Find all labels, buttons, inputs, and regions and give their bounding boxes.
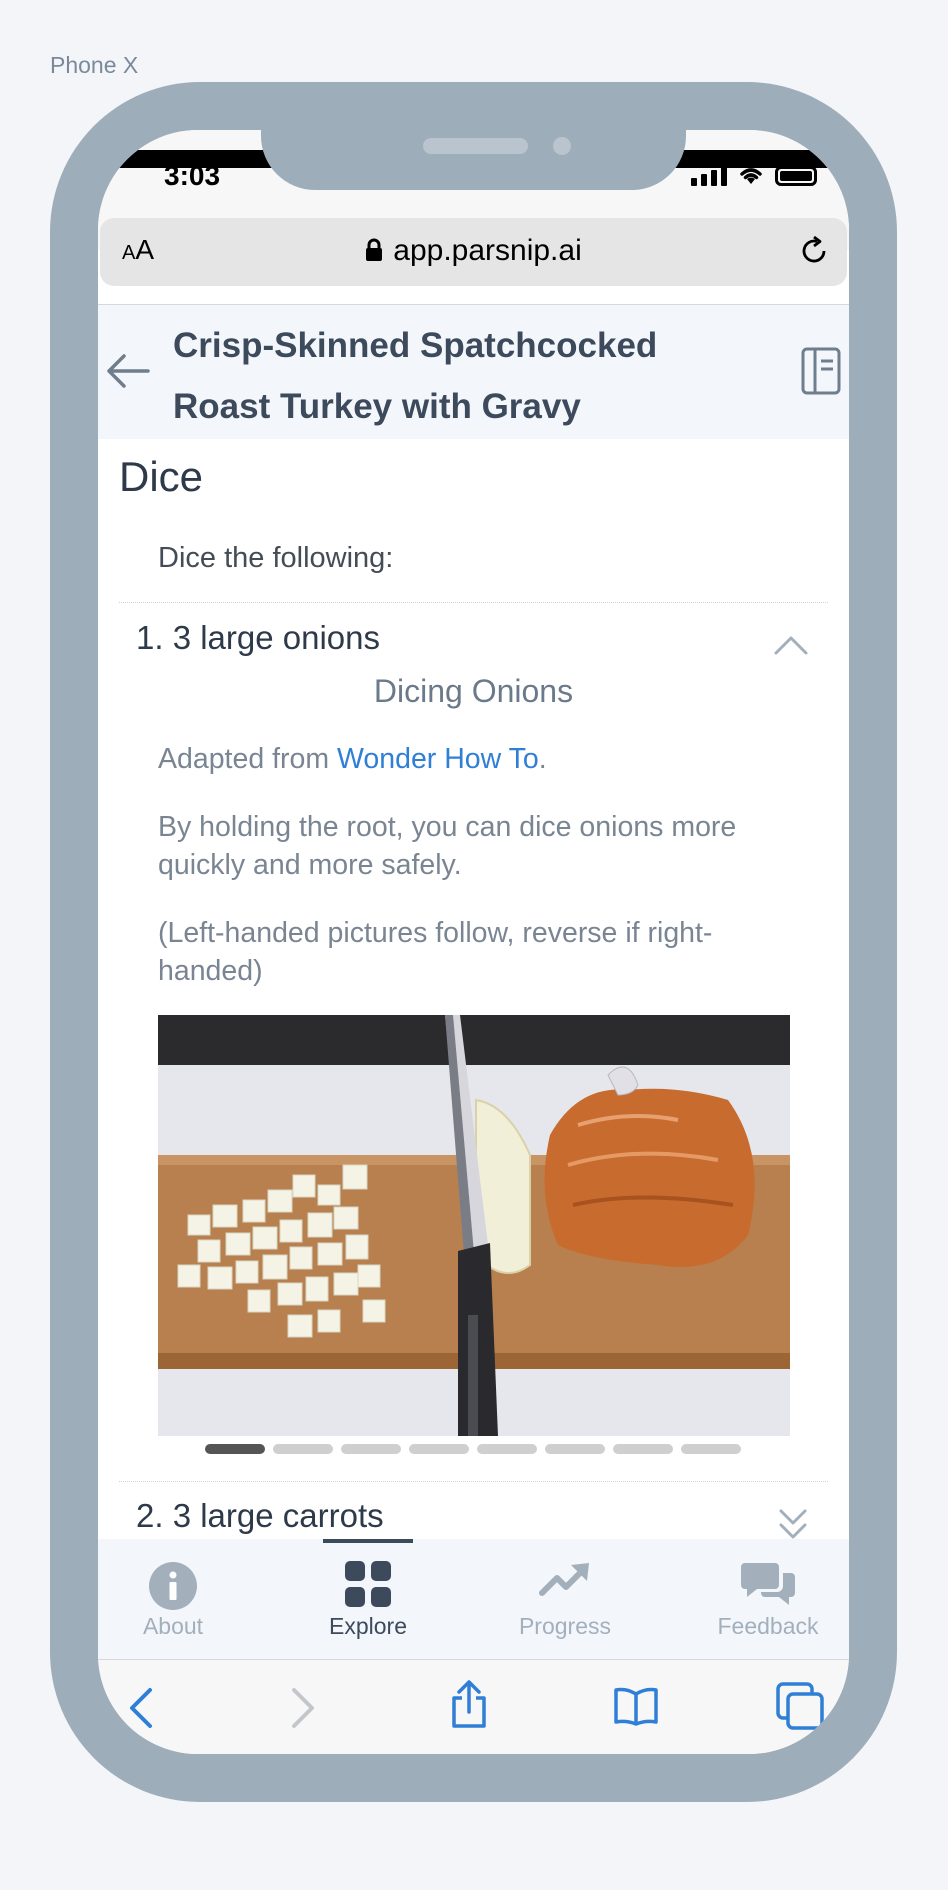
carousel-dot[interactable]	[477, 1444, 537, 1454]
status-icons	[691, 164, 817, 186]
carousel-dots[interactable]	[205, 1444, 741, 1454]
share-icon[interactable]	[448, 1680, 490, 1730]
source-link[interactable]: Wonder How To	[337, 743, 539, 775]
tab-label: Progress	[518, 1613, 612, 1639]
step-2-label[interactable]: 2. 3 large carrots	[136, 1497, 384, 1535]
browser-back-icon[interactable]	[126, 1686, 156, 1730]
trend-icon	[539, 1563, 589, 1596]
tab-label: About	[142, 1613, 204, 1639]
section-title: Dice	[119, 453, 204, 500]
adapted-from-text: Adapted from Wonder How To.	[158, 743, 547, 775]
chat-icon	[741, 1563, 795, 1605]
phone-screen: 3:03 AA app.parsnip.ai Crisp-Skinned Spa…	[98, 130, 849, 1754]
divider	[119, 1481, 828, 1482]
battery-icon	[775, 166, 817, 186]
notch	[261, 130, 686, 190]
bottom-tab-bar: About Explore Progress Feedback	[98, 1539, 849, 1659]
url-text: app.parsnip.ai	[393, 234, 582, 267]
carousel-dot[interactable]	[681, 1444, 741, 1454]
carousel-dot[interactable]	[409, 1444, 469, 1454]
tab-label: Explore	[329, 1613, 407, 1639]
step-content: Dice Dice the following: 1. 3 large onio…	[98, 439, 849, 1539]
tip-paragraph: By holding the root, you can dice onions…	[158, 811, 737, 881]
speaker	[423, 138, 528, 154]
carousel-dot[interactable]	[341, 1444, 401, 1454]
carousel-dot[interactable]	[273, 1444, 333, 1454]
wifi-icon	[740, 168, 762, 184]
double-chevron-down-icon[interactable]	[777, 1507, 809, 1541]
recipe-header: Crisp-Skinned Spatchcocked Roast Turkey …	[98, 304, 849, 440]
step-subtitle: Dicing Onions	[373, 673, 574, 709]
chevron-up-icon[interactable]	[773, 634, 809, 656]
browser-toolbar	[98, 1659, 849, 1754]
reload-icon[interactable]	[797, 234, 831, 268]
intro-text: Dice the following:	[158, 542, 394, 574]
carousel-dot[interactable]	[205, 1444, 265, 1454]
phone-frame: 3:03 AA app.parsnip.ai Crisp-Skinned Spa…	[50, 82, 897, 1802]
carousel-dot[interactable]	[545, 1444, 605, 1454]
step-1-label[interactable]: 1. 3 large onions	[136, 619, 380, 657]
address-bar[interactable]: AA app.parsnip.ai	[100, 218, 847, 286]
device-label: Phone X	[50, 52, 139, 78]
browser-forward-icon[interactable]	[288, 1686, 318, 1730]
tab-label: Feedback	[717, 1613, 819, 1639]
active-tab-indicator	[323, 1539, 413, 1543]
status-time: 3:03	[164, 160, 221, 191]
back-arrow-icon[interactable]	[106, 353, 150, 389]
info-icon	[149, 1562, 197, 1610]
carousel-dot[interactable]	[613, 1444, 673, 1454]
tabs-icon[interactable]	[776, 1682, 824, 1730]
grid-icon	[345, 1561, 391, 1607]
lock-icon	[366, 238, 383, 261]
signal-icon	[691, 166, 727, 186]
notebook-icon[interactable]	[801, 347, 841, 395]
onion-photo[interactable]	[158, 1015, 790, 1436]
url-display[interactable]: app.parsnip.ai	[100, 234, 847, 268]
recipe-title: Crisp-Skinned Spatchcocked Roast Turkey …	[173, 326, 658, 426]
camera	[553, 137, 571, 155]
divider	[119, 602, 828, 603]
bookmarks-icon[interactable]	[613, 1686, 659, 1726]
handedness-note: (Left-handed pictures follow, reverse if…	[158, 917, 713, 987]
